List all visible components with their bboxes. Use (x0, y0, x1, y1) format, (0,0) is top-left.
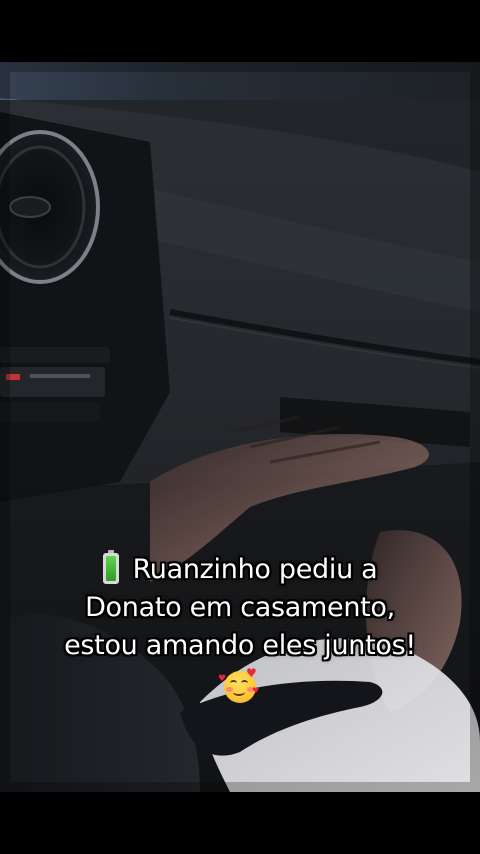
smiling-face-with-hearts-icon: ♥ ♥ ♥ (218, 667, 259, 705)
caption-overlay: Ruanzinho pediu a Donato em casamento, e… (0, 550, 480, 716)
caption-line-1-text: Ruanzinho pediu a (132, 554, 378, 585)
bottom-letterbox (0, 792, 480, 854)
caption-line-1: Ruanzinho pediu a (0, 550, 480, 589)
top-letterbox (0, 0, 480, 62)
caption-line-2: Donato em casamento, (85, 592, 395, 623)
battery-full-icon (102, 550, 119, 584)
video-frame[interactable]: Ruanzinho pediu a Donato em casamento, e… (0, 62, 480, 792)
caption-line-3: estou amando eles juntos! (64, 630, 416, 661)
caption-emoji-line: ♥ ♥ ♥ (0, 665, 480, 716)
